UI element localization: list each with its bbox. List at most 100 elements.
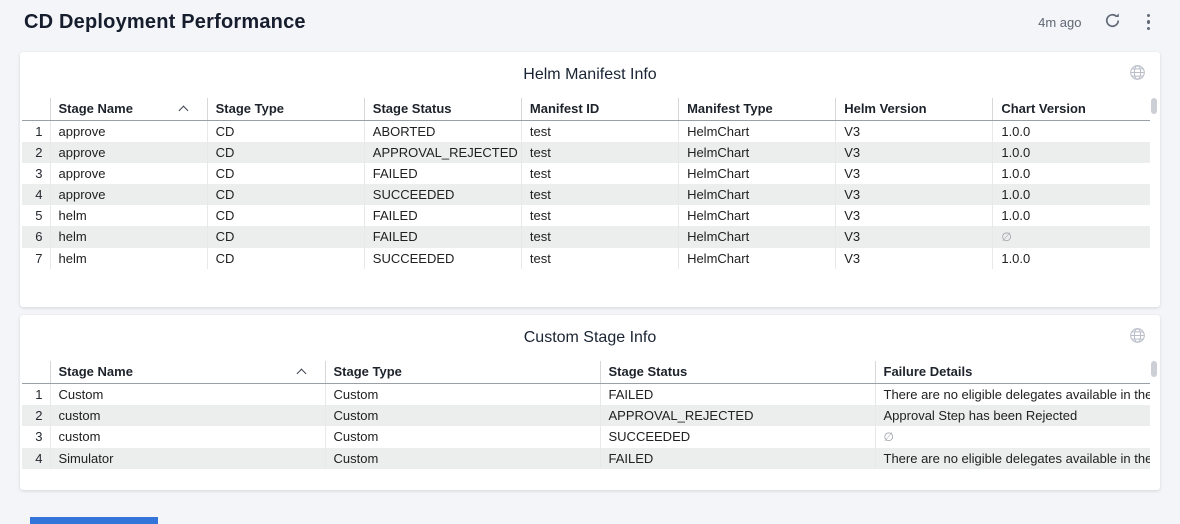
panel-header: Custom Stage Info [20,315,1160,361]
column-header-label: Stage Type [216,101,284,116]
table-cell: Custom [50,383,325,405]
table-cell: APPROVAL_REJECTED [364,142,521,163]
panel-title[interactable]: Helm Manifest Info [523,66,656,84]
column-header[interactable]: Failure Details [875,361,1150,383]
table-cell: test [521,142,678,163]
table-cell: FAILED [364,163,521,184]
table-cell: ∅ [875,426,1150,448]
table-cell: CD [207,163,364,184]
table-scrollbar[interactable] [1151,361,1157,377]
table-cell: V3 [836,248,993,269]
column-header[interactable]: Stage Name [50,361,325,383]
table-cell: test [521,248,678,269]
row-number-header [22,98,50,120]
helm-manifest-table[interactable]: Stage Name Stage Type Stage Status Manifest… [22,98,1150,269]
panel-helm-manifest-info: Helm Manifest Info Stage NameStage TypeS… [20,52,1160,307]
panel-header: Helm Manifest Info [20,52,1160,98]
table-cell: HelmChart [679,184,836,205]
table-cell: FAILED [364,226,521,248]
row-number: 7 [22,248,50,269]
column-header-label: Stage Name [59,101,133,116]
table-cell: 1.0.0 [993,163,1150,184]
column-header-label: Helm Version [844,101,926,116]
kebab-menu-button[interactable] [1143,12,1155,33]
row-number: 3 [22,426,50,448]
column-header[interactable]: Stage Status [600,361,875,383]
table-cell: CD [207,142,364,163]
table-cell: 1.0.0 [993,184,1150,205]
table-row[interactable]: 2customCustomAPPROVAL_REJECTEDApproval S… [22,405,1150,426]
sort-asc-icon [178,106,188,116]
table-cell: There are no eligible delegates availabl… [875,448,1150,469]
column-header-label: Stage Status [609,364,688,379]
table-cell: V3 [836,142,993,163]
table-cell: V3 [836,184,993,205]
column-header[interactable]: Stage Type [207,98,364,120]
table-cell: Custom [325,448,600,469]
refresh-button[interactable] [1104,12,1121,32]
dashboard-header: CD Deployment Performance 4m ago [0,0,1180,44]
row-number: 6 [22,226,50,248]
table-cell: helm [50,205,207,226]
column-header[interactable]: Manifest ID [521,98,678,120]
table-scrollbar[interactable] [1151,98,1157,114]
row-number: 3 [22,163,50,184]
table-cell: test [521,120,678,142]
table-cell: helm [50,248,207,269]
table-cell: custom [50,405,325,426]
table-cell: CD [207,120,364,142]
row-number: 1 [22,120,50,142]
column-header[interactable]: Stage Type [325,361,600,383]
table-cell: FAILED [600,383,875,405]
next-panel-peek [30,517,158,524]
refresh-icon [1104,12,1121,32]
kebab-menu-icon [1147,14,1151,18]
page-title: CD Deployment Performance [24,11,306,34]
table-cell: 1.0.0 [993,120,1150,142]
row-number: 2 [22,405,50,426]
table-row[interactable]: 1CustomCustomFAILEDThere are no eligible… [22,383,1150,405]
table-row[interactable]: 1approveCDABORTEDtestHelmChartV31.0.0 [22,120,1150,142]
table-cell: Simulator [50,448,325,469]
table-row[interactable]: 4approveCDSUCCEEDEDtestHelmChartV31.0.0 [22,184,1150,205]
table-cell: ∅ [993,226,1150,248]
table-row[interactable]: 4SimulatorCustomFAILEDThere are no eligi… [22,448,1150,469]
column-header[interactable]: Chart Version [993,98,1150,120]
panel-title[interactable]: Custom Stage Info [524,329,657,347]
column-header[interactable]: Helm Version [836,98,993,120]
column-header-label: Stage Type [334,364,402,379]
table-row[interactable]: 3customCustomSUCCEEDED∅ [22,426,1150,448]
table-cell: FAILED [364,205,521,226]
table-cell: HelmChart [679,248,836,269]
custom-stage-table[interactable]: Stage Name Stage Type Stage Status Failure … [22,361,1150,469]
table-cell: HelmChart [679,205,836,226]
table-cell: SUCCEEDED [364,248,521,269]
table-cell: 1.0.0 [993,205,1150,226]
table-cell: custom [50,426,325,448]
column-header-label: Stage Status [373,101,452,116]
table-cell: Custom [325,426,600,448]
table-cell: V3 [836,226,993,248]
table-cell: 1.0.0 [993,248,1150,269]
table-row[interactable]: 2approveCDAPPROVAL_REJECTEDtestHelmChart… [22,142,1150,163]
column-header[interactable]: Stage Name [50,98,207,120]
table-cell: HelmChart [679,120,836,142]
table-cell: APPROVAL_REJECTED [600,405,875,426]
column-header-label: Stage Name [59,364,133,379]
column-header[interactable]: Stage Status [364,98,521,120]
row-number: 1 [22,383,50,405]
column-header[interactable]: Manifest Type [679,98,836,120]
table-cell: There are no eligible delegates availabl… [875,383,1150,405]
table-cell: FAILED [600,448,875,469]
row-number: 4 [22,184,50,205]
table-row[interactable]: 3approveCDFAILEDtestHelmChartV31.0.0 [22,163,1150,184]
column-header-label: Manifest Type [687,101,773,116]
table-row[interactable]: 5helmCDFAILEDtestHelmChartV31.0.0 [22,205,1150,226]
table-cell: Custom [325,383,600,405]
table-row[interactable]: 6helmCDFAILEDtestHelmChartV3∅ [22,226,1150,248]
table-row[interactable]: 7helmCDSUCCEEDEDtestHelmChartV31.0.0 [22,248,1150,269]
panel-custom-stage-info: Custom Stage Info Stage NameStage TypeSt… [20,315,1160,490]
table-cell: approve [50,184,207,205]
table-cell: SUCCEEDED [600,426,875,448]
table-cell: V3 [836,163,993,184]
